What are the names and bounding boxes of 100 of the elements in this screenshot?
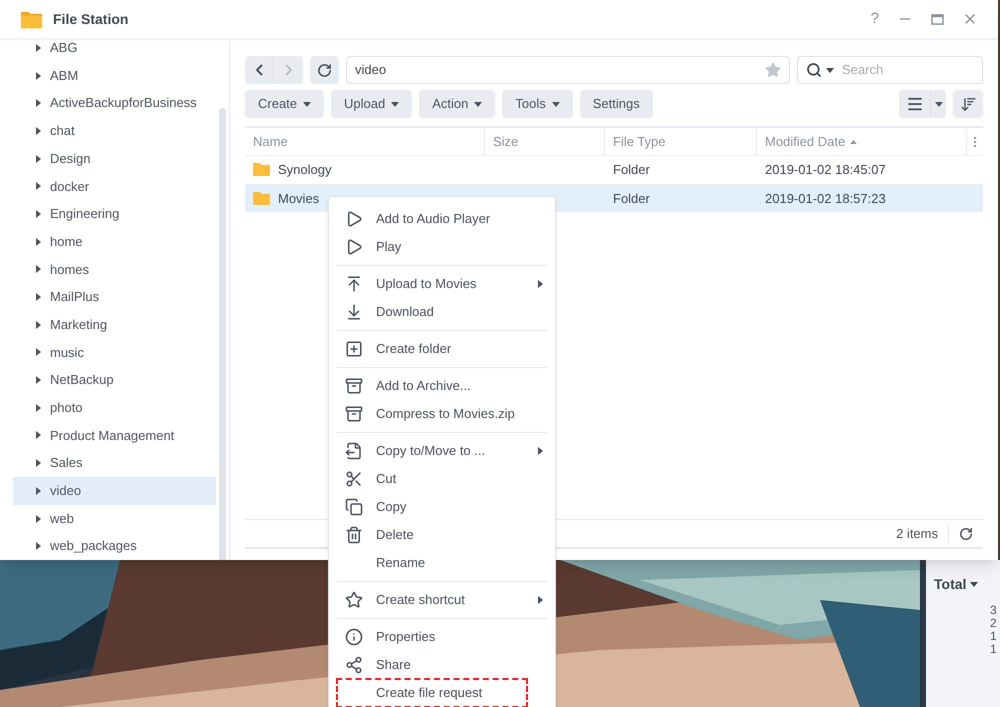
menu-item[interactable]: Play [337, 233, 547, 261]
sidebar-item[interactable]: ABG [13, 40, 216, 62]
sidebar-item[interactable]: photo [13, 394, 216, 422]
expand-icon[interactable] [36, 238, 41, 246]
widget-value: 1 [990, 630, 997, 643]
search-field[interactable]: Search [797, 56, 983, 84]
sort-button[interactable] [953, 90, 983, 118]
archive-icon [345, 405, 363, 423]
upload-icon [345, 275, 363, 293]
expand-icon[interactable] [36, 182, 41, 190]
path-input[interactable]: video [355, 60, 765, 80]
menu-item[interactable]: Create shortcut [337, 586, 547, 614]
menu-item[interactable]: Download [337, 298, 547, 326]
expand-icon[interactable] [36, 404, 41, 412]
expand-icon[interactable] [36, 431, 41, 440]
chevron-right-icon [285, 64, 292, 76]
sidebar-item[interactable]: web [13, 504, 216, 532]
toolbar-button[interactable]: Create [245, 90, 324, 118]
window-title: File Station [53, 10, 128, 28]
expand-icon[interactable] [36, 154, 41, 163]
folder-icon [253, 163, 270, 176]
scissors-icon [345, 470, 363, 488]
item-count: 2 items [896, 524, 949, 544]
sidebar-item[interactable]: music [13, 338, 216, 366]
menu-item[interactable]: Delete [337, 521, 547, 549]
menu-item[interactable]: Cut [337, 465, 547, 493]
expand-icon[interactable] [36, 348, 41, 356]
menu-item[interactable]: Compress to Movies.zip [337, 400, 547, 428]
sidebar-item[interactable]: web_packages [13, 532, 216, 560]
widget-heading: Total [934, 575, 966, 594]
menu-item[interactable]: Properties [337, 623, 547, 651]
modified-date: 2019-01-02 18:57:23 [764, 190, 887, 208]
expand-icon[interactable] [36, 486, 41, 495]
menu-item[interactable]: Share [337, 651, 547, 679]
expand-icon[interactable] [36, 44, 41, 52]
star-icon[interactable] [765, 62, 781, 78]
list-icon [906, 95, 924, 113]
chevron-left-icon [256, 64, 262, 76]
expand-icon[interactable] [36, 99, 41, 108]
submenu-arrow-icon [538, 447, 543, 455]
scrollbar-thumb[interactable] [219, 108, 226, 560]
file-arrow-icon [345, 442, 363, 460]
submenu-arrow-icon [538, 280, 543, 288]
search-icon[interactable] [806, 62, 822, 78]
info-icon [345, 628, 363, 646]
menu-item[interactable]: Upload to Movies [337, 270, 547, 298]
sidebar-item[interactable]: Product Management [13, 422, 216, 450]
search-input[interactable]: Search [842, 60, 962, 80]
expand-icon[interactable] [36, 126, 41, 135]
toolbar-button[interactable]: Settings [580, 90, 653, 118]
play-icon [345, 210, 363, 228]
expand-icon[interactable] [36, 514, 41, 523]
expand-icon[interactable] [36, 542, 41, 550]
menu-item[interactable]: Create folder [337, 335, 547, 363]
sidebar-item[interactable]: MailPlus [13, 283, 216, 311]
sidebar-item[interactable]: NetBackup [13, 366, 216, 394]
menu-item[interactable]: Copy [337, 493, 547, 521]
sidebar-item[interactable]: video [13, 477, 216, 505]
sidebar-item[interactable]: Marketing [13, 310, 216, 339]
expand-icon[interactable] [36, 265, 41, 274]
sidebar-item[interactable]: home [13, 228, 216, 256]
trash-icon [345, 526, 363, 544]
menu-item[interactable]: Create file request [337, 679, 527, 707]
sidebar-item[interactable]: homes [13, 256, 216, 284]
expand-icon[interactable] [36, 320, 41, 329]
sort-asc-icon [850, 140, 858, 144]
menu-item[interactable]: Rename [337, 549, 547, 577]
expand-icon[interactable] [36, 376, 41, 384]
caret-icon [474, 102, 482, 106]
sidebar-item[interactable]: Design [13, 144, 216, 172]
sidebar-item[interactable]: Sales [13, 449, 216, 477]
sidebar-item[interactable]: Engineering [13, 200, 216, 228]
path-field[interactable]: video [346, 56, 790, 84]
menu-item[interactable]: Copy to/Move to ... [337, 437, 547, 465]
sidebar-item[interactable]: chat [13, 117, 216, 145]
expand-icon[interactable] [36, 210, 41, 218]
folder-icon [253, 192, 270, 205]
refresh-icon[interactable] [959, 526, 973, 540]
expand-icon[interactable] [36, 72, 41, 80]
file-type: Folder [612, 190, 651, 208]
copy-icon [345, 498, 363, 516]
expand-icon[interactable] [36, 293, 41, 302]
maximize-icon[interactable] [931, 14, 944, 24]
widget-value: 3 [990, 604, 997, 617]
refresh-icon [317, 62, 332, 78]
sidebar-item[interactable]: ActiveBackupforBusiness [13, 89, 216, 118]
caret-icon [552, 102, 560, 106]
toolbar-button[interactable]: Tools [502, 90, 573, 118]
sidebar-item[interactable]: docker [13, 172, 216, 200]
modified-date: 2019-01-02 18:45:07 [764, 161, 887, 179]
sort-icon [960, 96, 976, 112]
star-icon [345, 591, 363, 609]
toolbar-button[interactable]: Action [419, 90, 496, 118]
refresh-button[interactable] [310, 56, 339, 84]
sidebar-item[interactable]: ABM [13, 62, 216, 90]
widget-value: 1 [990, 643, 997, 656]
toolbar-button[interactable]: Upload [331, 90, 412, 118]
caret-icon [303, 102, 312, 106]
expand-icon[interactable] [36, 459, 41, 468]
menu-item[interactable]: Add to Archive... [337, 372, 547, 400]
